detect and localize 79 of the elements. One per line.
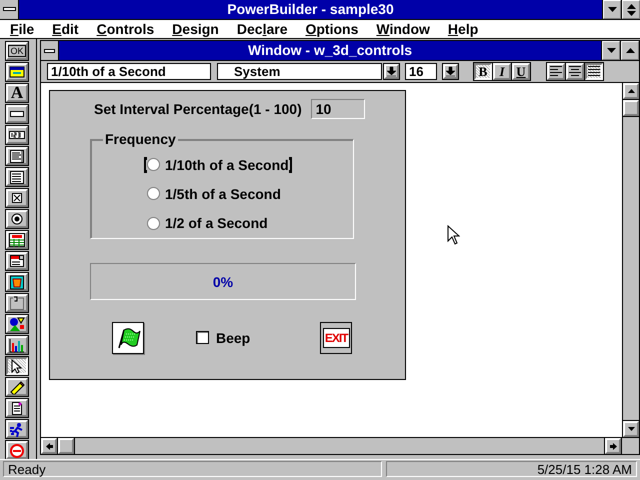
- dropdown-button[interactable]: [384, 64, 399, 79]
- shapes-icon: [9, 316, 25, 332]
- right-arrow-icon: [610, 442, 616, 450]
- align-center-icon: [569, 66, 581, 77]
- status-message: Ready: [3, 461, 382, 477]
- tool-button[interactable]: [6, 357, 28, 375]
- interval-label: Set Interval Percentage(1 - 100): [94, 101, 302, 117]
- minus-icon: [44, 48, 55, 52]
- picture-button[interactable]: [112, 322, 144, 354]
- minimize-button[interactable]: [603, 0, 621, 19]
- restore-button[interactable]: [622, 0, 640, 19]
- radio-button-icon: [9, 212, 25, 226]
- running-figure-icon: [9, 422, 25, 436]
- align-button[interactable]: [585, 63, 603, 80]
- text-style-button[interactable]: U: [512, 63, 530, 80]
- menu-item[interactable]: Help: [438, 20, 488, 38]
- menu-item[interactable]: Edit: [43, 20, 88, 38]
- left-arrow-icon: [46, 442, 52, 450]
- maximize-button[interactable]: [621, 41, 639, 60]
- font-size-field[interactable]: 16: [405, 63, 437, 80]
- multiline-edit-icon: [9, 148, 25, 164]
- exit-button[interactable]: EXIT: [320, 322, 352, 354]
- scroll-thumb[interactable]: [58, 438, 74, 454]
- tool-button[interactable]: A: [6, 84, 28, 102]
- window-title: PowerBuilder - sample30: [226, 0, 395, 19]
- selection-handle[interactable]: [144, 157, 147, 173]
- text-style-button[interactable]: B: [474, 63, 492, 80]
- font-face-field[interactable]: System: [217, 63, 382, 80]
- down-triangle-icon: [608, 7, 616, 12]
- interval-field[interactable]: 10: [310, 99, 365, 119]
- document-icon: [9, 400, 25, 416]
- menu-item[interactable]: Declare: [228, 20, 296, 38]
- picture-icon: [9, 274, 25, 290]
- text-style-button[interactable]: I: [493, 63, 511, 80]
- tool-button[interactable]: OK: [6, 42, 28, 60]
- menu-item[interactable]: Window: [367, 20, 439, 38]
- radio-option[interactable]: 1/5th of a Second: [147, 179, 281, 209]
- scroll-left-button[interactable]: [41, 438, 57, 454]
- selection-handle[interactable]: [288, 157, 292, 173]
- checkbox-icon: [9, 190, 25, 206]
- menu-item[interactable]: Design: [163, 20, 228, 38]
- minimize-button[interactable]: [602, 41, 620, 60]
- arrow-pointer-icon: [9, 358, 25, 374]
- down-arrow-icon: [445, 66, 456, 77]
- list-box-icon: [9, 170, 25, 184]
- menu-item[interactable]: Controls: [88, 20, 164, 38]
- scroll-right-button[interactable]: [605, 438, 621, 454]
- drop-down-list-icon: [9, 254, 25, 268]
- down-triangle-icon: [628, 427, 634, 431]
- beep-checkbox[interactable]: Beep: [196, 330, 250, 346]
- system-menu-button[interactable]: [0, 0, 19, 19]
- scroll-thumb[interactable]: [623, 100, 639, 116]
- progress-text: 0%: [212, 274, 234, 290]
- window-title: Window - w_3d_controls: [247, 41, 413, 60]
- align-justify-icon: [588, 66, 600, 77]
- window-icon: [9, 64, 25, 80]
- up-down-triangle-icon: [626, 4, 636, 16]
- radio-option[interactable]: 1/10th of a Second: [147, 150, 289, 180]
- mouse-pointer-icon: [447, 225, 460, 245]
- group-caption: Frequency: [103, 131, 178, 148]
- group-box-icon: [9, 296, 25, 310]
- up-triangle-icon: [628, 89, 634, 93]
- up-triangle-icon: [626, 48, 634, 53]
- scroll-down-button[interactable]: [623, 421, 639, 437]
- dropdown-button[interactable]: [443, 64, 458, 79]
- pencil-icon: [9, 380, 25, 394]
- down-triangle-icon: [606, 48, 616, 53]
- menu-item[interactable]: File: [1, 20, 44, 38]
- menu-item[interactable]: Options: [296, 20, 368, 38]
- scroll-up-button[interactable]: [623, 83, 639, 99]
- down-arrow-icon: [386, 66, 397, 77]
- status-datetime: 5/25/15 1:28 AM: [386, 461, 637, 477]
- text-field[interactable]: 1/10th of a Second: [47, 63, 211, 80]
- system-menu-button[interactable]: [41, 41, 59, 60]
- radio-option[interactable]: 1/2 of a Second: [147, 208, 268, 238]
- align-left-icon: [550, 66, 562, 77]
- grid-icon: [9, 232, 25, 248]
- bar-chart-icon: [9, 338, 25, 352]
- minus-icon: [2, 7, 16, 12]
